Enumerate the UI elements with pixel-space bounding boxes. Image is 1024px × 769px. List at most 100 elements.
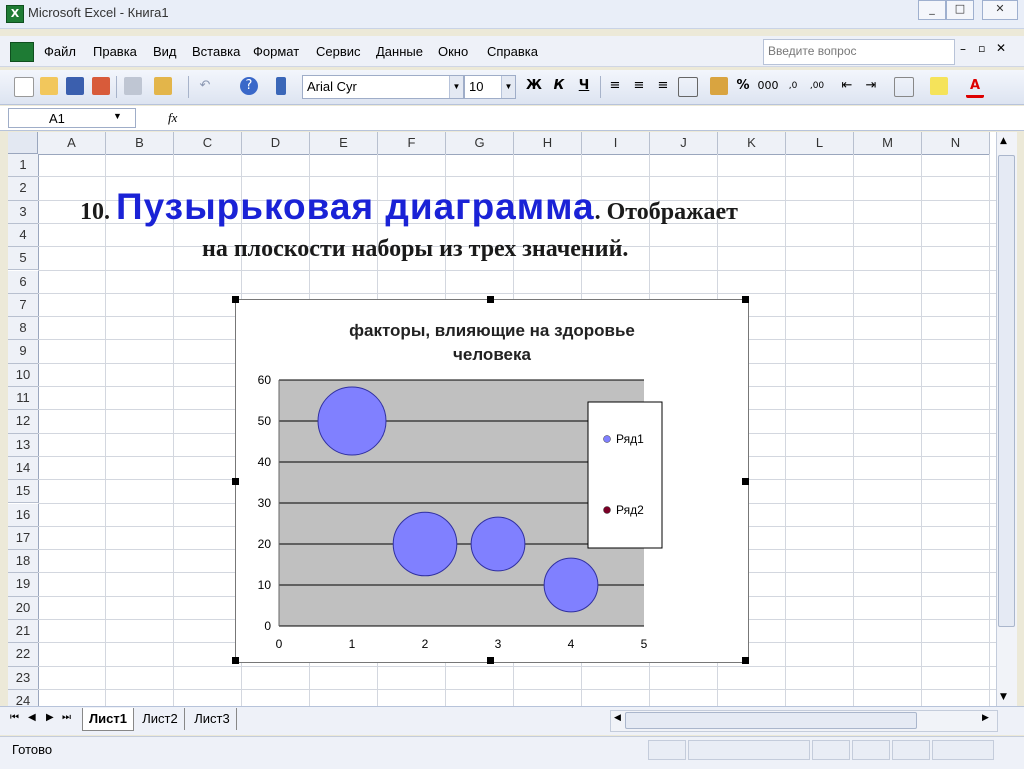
workbook-close-icon[interactable]: ✕ — [996, 41, 1006, 55]
column-header[interactable]: A — [38, 132, 106, 155]
workbook-minimize-icon[interactable]: – — [960, 42, 966, 56]
font-name-select[interactable]: Arial Cyr ▼ — [302, 75, 464, 99]
menu-format[interactable]: Формат — [253, 44, 299, 59]
row-header[interactable]: 1 — [8, 154, 39, 178]
chevron-down-icon[interactable]: ▼ — [501, 76, 515, 98]
column-header[interactable]: E — [310, 132, 378, 155]
align-right-icon[interactable]: ≡ — [654, 77, 672, 95]
column-header[interactable]: J — [650, 132, 718, 155]
workbook-icon[interactable] — [10, 42, 34, 62]
first-sheet-icon[interactable]: ⏮ — [10, 712, 19, 723]
help-icon[interactable]: ? — [240, 77, 258, 95]
bold-button[interactable]: Ж — [525, 77, 543, 95]
open-icon[interactable] — [40, 77, 58, 95]
fx-icon[interactable]: fx — [168, 110, 177, 126]
menu-edit[interactable]: Правка — [93, 44, 137, 59]
bubble-chart[interactable]: факторы, влияющие на здоровье человека 0 10… — [235, 299, 749, 663]
row-header[interactable]: 24 — [8, 689, 39, 706]
toolbar-options-icon[interactable] — [276, 77, 286, 95]
row-header[interactable]: 19 — [8, 573, 39, 597]
align-center-icon[interactable]: ≡ — [630, 77, 648, 95]
column-header[interactable]: M — [854, 132, 922, 155]
decrease-decimal-icon[interactable]: ,00 — [808, 77, 826, 95]
next-sheet-icon[interactable]: ▶ — [46, 712, 54, 723]
menu-file[interactable]: Файл — [44, 44, 76, 59]
row-header[interactable]: 3 — [8, 200, 39, 224]
italic-button[interactable]: К — [550, 77, 568, 95]
resize-handle[interactable] — [232, 478, 239, 485]
permission-icon[interactable] — [92, 77, 110, 95]
maximize-button[interactable]: □ — [946, 0, 974, 20]
column-header[interactable]: N — [922, 132, 990, 155]
row-header[interactable]: 4 — [8, 223, 39, 248]
resize-handle[interactable] — [232, 657, 239, 664]
column-header[interactable]: L — [786, 132, 854, 155]
prev-sheet-icon[interactable]: ◀ — [28, 712, 36, 723]
row-header[interactable]: 13 — [8, 433, 39, 457]
formula-input[interactable] — [190, 108, 990, 126]
paste-icon[interactable] — [154, 77, 172, 95]
merge-center-icon[interactable] — [678, 77, 698, 97]
sheet-tab-3[interactable]: Лист3 — [188, 708, 237, 730]
sheet-tab-2[interactable]: Лист2 — [136, 708, 185, 730]
row-header[interactable]: 17 — [8, 526, 39, 551]
column-header[interactable]: D — [242, 132, 310, 155]
menu-insert[interactable]: Вставка — [192, 44, 240, 59]
undo-icon[interactable]: ↶ — [196, 77, 214, 95]
row-header[interactable]: 8 — [8, 317, 39, 341]
row-header[interactable]: 11 — [8, 387, 39, 411]
column-header[interactable]: C — [174, 132, 242, 155]
horizontal-scroll-thumb[interactable] — [625, 712, 917, 729]
print-icon[interactable] — [124, 77, 142, 95]
resize-handle[interactable] — [742, 296, 749, 303]
decrease-indent-icon[interactable]: ⇤ — [838, 77, 856, 95]
name-box[interactable]: A1 ▼ — [8, 108, 136, 128]
new-icon[interactable] — [14, 77, 34, 97]
font-color-icon[interactable]: A — [966, 77, 984, 98]
chevron-down-icon[interactable]: ▼ — [449, 76, 463, 98]
column-header[interactable]: F — [378, 132, 446, 155]
resize-handle[interactable] — [232, 296, 239, 303]
thousands-button[interactable]: 000 — [756, 77, 780, 95]
column-header[interactable]: H — [514, 132, 582, 155]
row-header[interactable]: 2 — [8, 177, 39, 201]
align-left-icon[interactable]: ≡ — [606, 77, 624, 95]
help-search-input[interactable]: Введите вопрос — [763, 39, 955, 65]
scroll-left-icon[interactable]: ◀ — [614, 713, 621, 723]
column-header[interactable]: G — [446, 132, 514, 155]
resize-handle[interactable] — [487, 657, 494, 664]
row-header[interactable]: 12 — [8, 410, 39, 434]
row-header[interactable]: 15 — [8, 480, 39, 504]
menu-help[interactable]: Справка — [487, 44, 538, 59]
resize-handle[interactable] — [742, 478, 749, 485]
sheet-tab-1[interactable]: Лист1 — [82, 708, 134, 731]
scroll-up-icon[interactable]: ▲ — [1000, 136, 1007, 146]
select-all-corner[interactable] — [8, 132, 38, 154]
excel-app-icon[interactable]: X — [6, 5, 24, 23]
row-header[interactable]: 16 — [8, 503, 39, 527]
column-header[interactable]: I — [582, 132, 650, 155]
row-header[interactable]: 21 — [8, 620, 39, 644]
last-sheet-icon[interactable]: ⏭ — [62, 712, 71, 723]
row-header[interactable]: 20 — [8, 596, 39, 620]
increase-indent-icon[interactable]: ⇥ — [862, 77, 880, 95]
close-button[interactable]: ✕ — [982, 0, 1018, 20]
currency-icon[interactable] — [710, 77, 728, 95]
increase-decimal-icon[interactable]: ,0 — [784, 77, 802, 95]
workbook-restore-icon[interactable]: ▫ — [978, 42, 985, 55]
row-header[interactable]: 23 — [8, 666, 39, 690]
menu-data[interactable]: Данные — [376, 44, 423, 59]
percent-button[interactable]: % — [734, 77, 752, 95]
scroll-down-icon[interactable]: ▼ — [1000, 692, 1007, 702]
menu-window[interactable]: Окно — [438, 44, 468, 59]
column-header[interactable]: B — [106, 132, 174, 155]
chevron-down-icon[interactable]: ▼ — [113, 111, 122, 121]
row-header[interactable]: 5 — [8, 247, 39, 271]
row-header[interactable]: 6 — [8, 270, 39, 294]
underline-button[interactable]: Ч — [575, 77, 593, 95]
row-header[interactable]: 9 — [8, 340, 39, 364]
row-header[interactable]: 18 — [8, 550, 39, 574]
column-header[interactable]: K — [718, 132, 786, 155]
vertical-scroll-thumb[interactable] — [998, 155, 1015, 627]
resize-handle[interactable] — [487, 296, 494, 303]
